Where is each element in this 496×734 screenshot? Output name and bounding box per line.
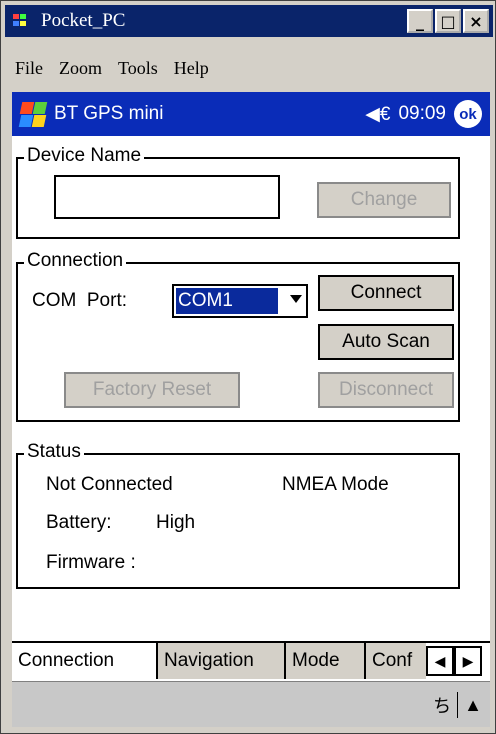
keyboard-icon[interactable]: ち bbox=[433, 692, 451, 718]
auto-scan-button[interactable]: Auto Scan bbox=[318, 324, 454, 360]
menu-file[interactable]: File bbox=[15, 58, 43, 79]
connect-button[interactable]: Connect bbox=[318, 275, 454, 311]
status-group-title: Status bbox=[24, 441, 84, 463]
title-bar[interactable]: Pocket_PC _ □ × bbox=[5, 5, 493, 37]
sip-up-arrow-icon[interactable]: ▲ bbox=[464, 695, 482, 716]
close-button[interactable]: × bbox=[463, 9, 489, 33]
maximize-button[interactable]: □ bbox=[435, 9, 461, 33]
minimize-button[interactable]: _ bbox=[407, 9, 433, 33]
tab-connection[interactable]: Connection bbox=[12, 643, 158, 679]
disconnect-button[interactable]: Disconnect bbox=[318, 372, 454, 408]
device-name-input[interactable] bbox=[54, 175, 280, 219]
tab-navigation[interactable]: Navigation bbox=[158, 643, 286, 679]
tab-mode[interactable]: Mode bbox=[286, 643, 366, 679]
com-port-dropdown[interactable]: COM1 bbox=[172, 284, 308, 318]
clock[interactable]: 09:09 bbox=[398, 103, 446, 125]
device-screen: BT GPS mini ◀€ 09:09 ok Device Name Chan… bbox=[12, 92, 490, 727]
menu-help[interactable]: Help bbox=[174, 58, 209, 79]
battery-label: Battery: bbox=[46, 512, 112, 533]
com-port-value: COM1 bbox=[176, 288, 278, 314]
device-name-group-title: Device Name bbox=[24, 145, 145, 167]
menu-bar: File Zoom Tools Help bbox=[5, 53, 493, 83]
speaker-icon[interactable]: ◀€ bbox=[365, 103, 390, 126]
mode-text: NMEA Mode bbox=[282, 474, 389, 495]
factory-reset-button[interactable]: Factory Reset bbox=[64, 372, 240, 408]
app-icon bbox=[13, 12, 35, 30]
change-button[interactable]: Change bbox=[317, 182, 451, 218]
connection-group-title: Connection bbox=[24, 250, 127, 272]
tab-scroll-left-icon[interactable]: ◀ bbox=[426, 646, 454, 676]
navigation-bar: BT GPS mini ◀€ 09:09 ok bbox=[12, 92, 490, 136]
tab-conf[interactable]: Conf bbox=[366, 643, 426, 679]
emulator-window: Pocket_PC _ □ × File Zoom Tools Help BT … bbox=[0, 0, 496, 734]
chevron-down-icon[interactable] bbox=[290, 295, 302, 303]
firmware-label: Firmware : bbox=[46, 552, 136, 573]
com-port-label: COM Port: bbox=[32, 290, 128, 311]
tab-scroll-right-icon[interactable]: ▶ bbox=[454, 646, 482, 676]
battery-value: High bbox=[156, 512, 196, 533]
app-title: BT GPS mini bbox=[54, 103, 164, 124]
connection-state-text: Not Connected bbox=[46, 474, 173, 495]
ok-button[interactable]: ok bbox=[454, 100, 482, 128]
menu-tools[interactable]: Tools bbox=[118, 58, 158, 79]
menu-zoom[interactable]: Zoom bbox=[59, 58, 102, 79]
sip-divider bbox=[457, 692, 459, 718]
windows-start-icon[interactable] bbox=[18, 100, 48, 128]
window-title: Pocket_PC bbox=[41, 10, 126, 31]
command-bar: ち ▲ bbox=[12, 681, 490, 727]
tab-strip: Connection Navigation Mode Conf ◀ ▶ bbox=[12, 641, 490, 681]
